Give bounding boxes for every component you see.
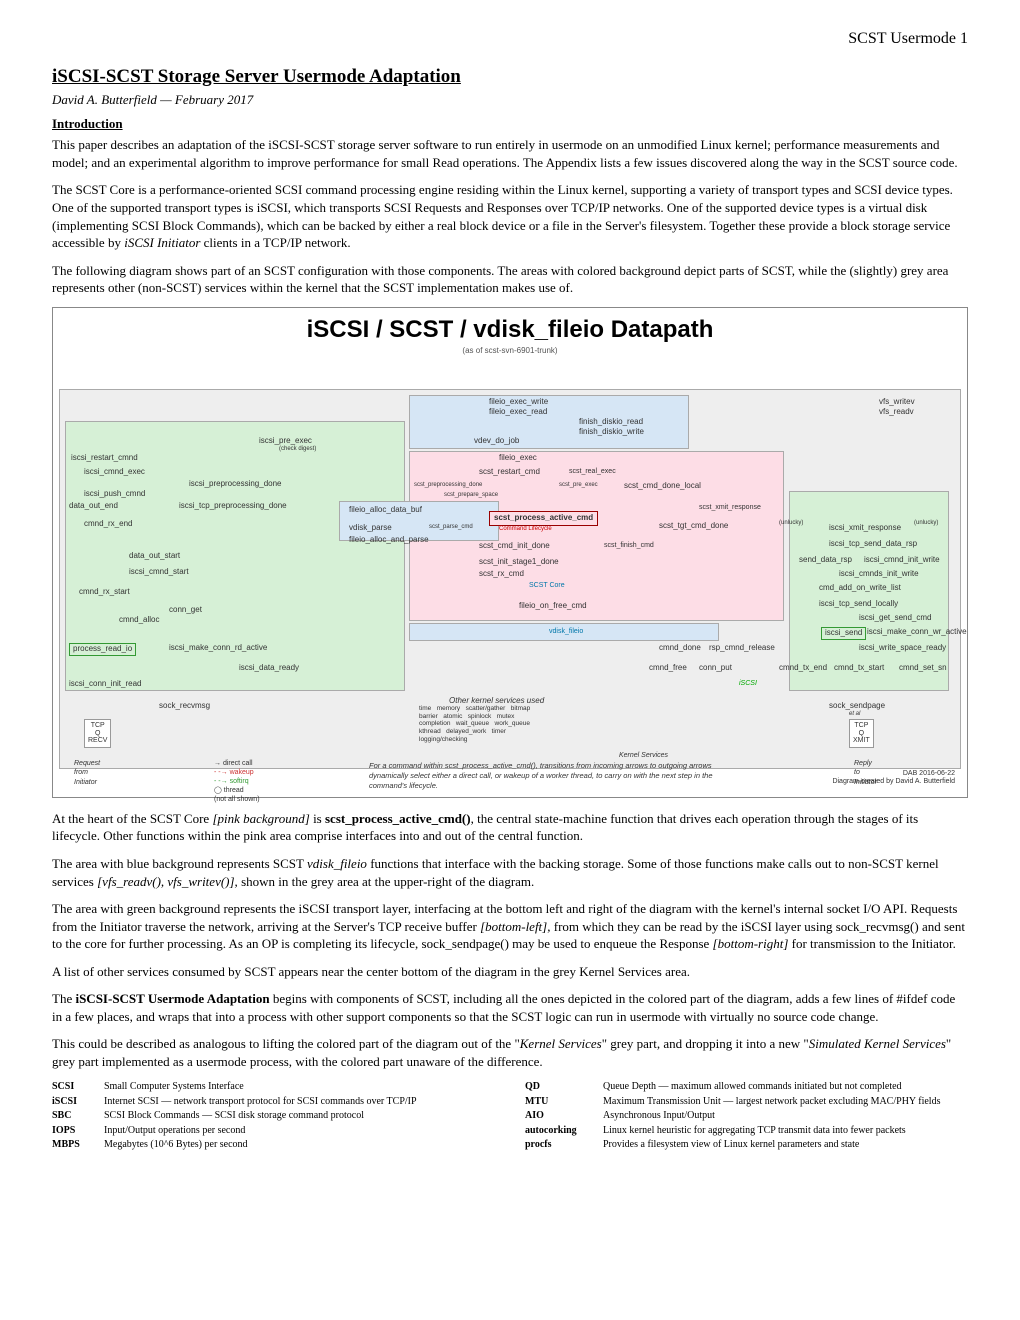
- glossary-row: IOPSInput/Output operations per second: [52, 1124, 495, 1138]
- glossary-def: SCSI Block Commands — SCSI disk storage …: [104, 1109, 495, 1123]
- glossary-term: autocorking: [525, 1124, 603, 1138]
- glossary-def: Asynchronous Input/Output: [603, 1109, 968, 1123]
- para-4: At the heart of the SCST Core [pink back…: [52, 810, 968, 845]
- glossary-row: MBPSMegabytes (10^6 Bytes) per second: [52, 1138, 495, 1152]
- byline: David A. Butterfield — February 2017: [52, 91, 968, 109]
- glossary-def: Linux kernel heuristic for aggregating T…: [603, 1124, 968, 1138]
- glossary-term: SBC: [52, 1109, 104, 1123]
- intro-heading: Introduction: [52, 115, 968, 133]
- glossary-term: AIO: [525, 1109, 603, 1123]
- page-header: SCST Usermode 1: [52, 28, 968, 50]
- para-5: The area with blue background represents…: [52, 855, 968, 890]
- para-6: The area with green background represent…: [52, 900, 968, 953]
- para-7: A list of other services consumed by SCS…: [52, 963, 968, 981]
- glossary-term: QD: [525, 1080, 603, 1094]
- page-title: iSCSI-SCST Storage Server Usermode Adapt…: [52, 64, 968, 90]
- para-8: The iSCSI-SCST Usermode Adaptation begin…: [52, 990, 968, 1025]
- glossary-row: MTUMaximum Transmission Unit — largest n…: [525, 1095, 968, 1109]
- para-1: This paper describes an adaptation of th…: [52, 136, 968, 171]
- glossary-def: Queue Depth — maximum allowed commands i…: [603, 1080, 968, 1094]
- glossary-def: Internet SCSI — network transport protoc…: [104, 1095, 495, 1109]
- glossary-right: QDQueue Depth — maximum allowed commands…: [525, 1080, 968, 1153]
- glossary-def: Maximum Transmission Unit — largest netw…: [603, 1095, 968, 1109]
- glossary-term: iSCSI: [52, 1095, 104, 1109]
- glossary-def: Input/Output operations per second: [104, 1124, 495, 1138]
- glossary-def: Small Computer Systems Interface: [104, 1080, 495, 1094]
- para-2: The SCST Core is a performance-oriented …: [52, 181, 968, 251]
- glossary-term: procfs: [525, 1138, 603, 1152]
- diagram-title: iSCSI / SCST / vdisk_fileio Datapath: [59, 314, 961, 346]
- glossary-def: Megabytes (10^6 Bytes) per second: [104, 1138, 495, 1152]
- glossary-row: procfsProvides a filesystem view of Linu…: [525, 1138, 968, 1152]
- para-3: The following diagram shows part of an S…: [52, 262, 968, 297]
- diagram-body: fileio_exec_write fileio_exec_read vfs_w…: [59, 361, 961, 791]
- glossary-row: QDQueue Depth — maximum allowed commands…: [525, 1080, 968, 1094]
- glossary: SCSISmall Computer Systems InterfaceiSCS…: [52, 1080, 968, 1153]
- glossary-row: AIOAsynchronous Input/Output: [525, 1109, 968, 1123]
- glossary-term: MBPS: [52, 1138, 104, 1152]
- glossary-term: MTU: [525, 1095, 603, 1109]
- diagram-subtitle: (as of scst-svn-6901-trunk): [59, 346, 961, 357]
- glossary-term: SCSI: [52, 1080, 104, 1094]
- glossary-row: SCSISmall Computer Systems Interface: [52, 1080, 495, 1094]
- glossary-row: iSCSIInternet SCSI — network transport p…: [52, 1095, 495, 1109]
- glossary-left: SCSISmall Computer Systems InterfaceiSCS…: [52, 1080, 495, 1153]
- glossary-term: IOPS: [52, 1124, 104, 1138]
- glossary-row: autocorkingLinux kernel heuristic for ag…: [525, 1124, 968, 1138]
- datapath-diagram: iSCSI / SCST / vdisk_fileio Datapath (as…: [52, 307, 968, 798]
- para-9: This could be described as analogous to …: [52, 1035, 968, 1070]
- glossary-def: Provides a filesystem view of Linux kern…: [603, 1138, 968, 1152]
- glossary-row: SBCSCSI Block Commands — SCSI disk stora…: [52, 1109, 495, 1123]
